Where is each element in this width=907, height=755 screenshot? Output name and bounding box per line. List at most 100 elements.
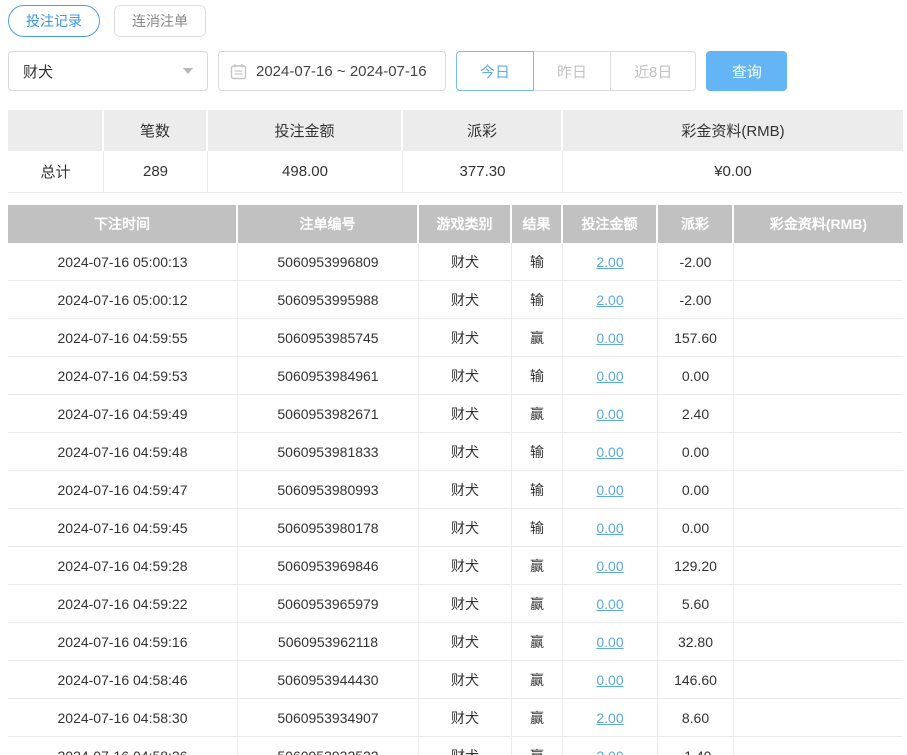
cell-bet-time: 2024-07-16 04:58:30 xyxy=(8,699,238,737)
cell-payout: 129.20 xyxy=(658,547,734,585)
bet-amount-link[interactable]: 2.00 xyxy=(596,292,623,308)
bet-amount-link[interactable]: 2.00 xyxy=(596,254,623,270)
today-button[interactable]: 今日 xyxy=(456,51,535,91)
table-row: 2024-07-16 04:59:53 5060953984961 财犬 输 0… xyxy=(8,357,903,395)
header-bet-amount: 投注金额 xyxy=(563,205,658,243)
cell-game-type: 财犬 xyxy=(419,585,512,623)
table-row: 2024-07-16 04:58:46 5060953944430 财犬 赢 0… xyxy=(8,661,903,699)
cell-order-id: 5060953996809 xyxy=(238,243,419,281)
table-row: 2024-07-16 05:00:13 5060953996809 财犬 输 2… xyxy=(8,243,903,281)
cell-bonus xyxy=(734,243,903,281)
cell-bet-time: 2024-07-16 05:00:12 xyxy=(8,281,238,319)
header-bet-time: 下注时间 xyxy=(8,205,238,243)
cell-result: 赢 xyxy=(512,737,563,755)
cell-result: 赢 xyxy=(512,395,563,433)
bet-amount-link[interactable]: 0.00 xyxy=(596,634,623,650)
summary-total-row: 总计 289 498.00 377.30 ¥0.00 xyxy=(8,151,903,193)
cell-bonus xyxy=(734,395,903,433)
cell-payout: 0.00 xyxy=(658,509,734,547)
table-row: 2024-07-16 04:58:30 5060953934907 财犬 赢 2… xyxy=(8,699,903,737)
header-bonus: 彩金资料(RMB) xyxy=(734,205,903,243)
cell-bonus xyxy=(734,509,903,547)
search-button[interactable]: 查询 xyxy=(706,51,788,91)
bet-amount-link[interactable]: 0.00 xyxy=(596,482,623,498)
cell-order-id: 5060953981833 xyxy=(238,433,419,471)
cell-order-id: 5060953934907 xyxy=(238,699,419,737)
cell-bonus xyxy=(734,433,903,471)
cell-game-type: 财犬 xyxy=(419,509,512,547)
cell-bonus xyxy=(734,699,903,737)
cell-result: 赢 xyxy=(512,699,563,737)
betting-records-page: 投注记录 连消注单 财犬 2024-07-16 ~ 2024-07-16 今日 … xyxy=(0,0,907,755)
cell-result: 输 xyxy=(512,471,563,509)
bet-amount-link[interactable]: 0.00 xyxy=(596,444,623,460)
cell-game-type: 财犬 xyxy=(419,623,512,661)
cell-game-type: 财犬 xyxy=(419,471,512,509)
bet-amount-link[interactable]: 0.00 xyxy=(596,558,623,574)
cell-order-id: 5060953982671 xyxy=(238,395,419,433)
cell-bonus xyxy=(734,585,903,623)
cell-game-type: 财犬 xyxy=(419,243,512,281)
cell-result: 赢 xyxy=(512,623,563,661)
bet-amount-link[interactable]: 0.00 xyxy=(596,520,623,536)
cell-result: 输 xyxy=(512,357,563,395)
last-8-days-button[interactable]: 近8日 xyxy=(610,51,697,91)
caret-down-icon xyxy=(183,68,193,74)
cell-game-type: 财犬 xyxy=(419,357,512,395)
cell-order-id: 5060953965979 xyxy=(238,585,419,623)
summary-total-count: 289 xyxy=(104,151,208,193)
tab-betting-records[interactable]: 投注记录 xyxy=(8,5,100,37)
cell-order-id: 5060953932522 xyxy=(238,737,419,755)
header-result: 结果 xyxy=(512,205,563,243)
cell-order-id: 5060953995988 xyxy=(238,281,419,319)
cell-order-id: 5060953969846 xyxy=(238,547,419,585)
summary-header-bonus: 彩金资料(RMB) xyxy=(563,110,903,151)
bet-amount-link[interactable]: 0.00 xyxy=(596,330,623,346)
cell-bonus xyxy=(734,281,903,319)
cell-bet-time: 2024-07-16 04:59:55 xyxy=(8,319,238,357)
summary-header-bet-amount: 投注金额 xyxy=(208,110,403,151)
bet-amount-link[interactable]: 0.00 xyxy=(596,406,623,422)
summary-table: 笔数 投注金额 派彩 彩金资料(RMB) 总计 289 498.00 377.3… xyxy=(8,110,903,193)
cell-result: 输 xyxy=(512,509,563,547)
yesterday-button[interactable]: 昨日 xyxy=(533,51,612,91)
bet-amount-link[interactable]: 0.00 xyxy=(596,596,623,612)
bet-amount-link[interactable]: 0.00 xyxy=(596,368,623,384)
records-table: 下注时间 注单编号 游戏类别 结果 投注金额 派彩 彩金资料(RMB) 2024… xyxy=(8,205,903,755)
cell-order-id: 5060953985745 xyxy=(238,319,419,357)
cell-payout: 2.40 xyxy=(658,395,734,433)
bet-amount-link[interactable]: 0.00 xyxy=(596,672,623,688)
table-row: 2024-07-16 04:59:48 5060953981833 财犬 输 0… xyxy=(8,433,903,471)
table-body: 2024-07-16 05:00:13 5060953996809 财犬 输 2… xyxy=(8,243,903,755)
cell-game-type: 财犬 xyxy=(419,547,512,585)
summary-header-count: 笔数 xyxy=(104,110,208,151)
summary-total-bonus: ¥0.00 xyxy=(563,151,903,193)
cell-result: 赢 xyxy=(512,661,563,699)
summary-header-row: 笔数 投注金额 派彩 彩金资料(RMB) xyxy=(8,110,903,151)
calendar-icon xyxy=(230,63,247,80)
cell-bonus xyxy=(734,547,903,585)
cell-bonus xyxy=(734,471,903,509)
cell-order-id: 5060953944430 xyxy=(238,661,419,699)
cell-game-type: 财犬 xyxy=(419,281,512,319)
cell-bonus xyxy=(734,737,903,755)
header-payout: 派彩 xyxy=(658,205,734,243)
cell-bet-time: 2024-07-16 04:59:45 xyxy=(8,509,238,547)
tab-cancelled-orders[interactable]: 连消注单 xyxy=(114,5,206,37)
cell-result: 输 xyxy=(512,243,563,281)
game-select[interactable]: 财犬 xyxy=(8,51,208,91)
cell-bet-time: 2024-07-16 04:59:22 xyxy=(8,585,238,623)
cell-result: 赢 xyxy=(512,319,563,357)
table-row: 2024-07-16 04:59:16 5060953962118 财犬 赢 0… xyxy=(8,623,903,661)
summary-header-payout: 派彩 xyxy=(403,110,563,151)
cell-game-type: 财犬 xyxy=(419,661,512,699)
cell-payout: 0.00 xyxy=(658,357,734,395)
top-tabs: 投注记录 连消注单 xyxy=(8,4,903,38)
cell-order-id: 5060953980993 xyxy=(238,471,419,509)
cell-order-id: 5060953984961 xyxy=(238,357,419,395)
cell-bet-time: 2024-07-16 04:59:16 xyxy=(8,623,238,661)
date-range-input[interactable]: 2024-07-16 ~ 2024-07-16 xyxy=(218,51,446,91)
bet-amount-link[interactable]: 2.00 xyxy=(596,710,623,726)
bet-amount-link[interactable]: 2.00 xyxy=(596,748,623,755)
table-row: 2024-07-16 04:59:22 5060953965979 财犬 赢 0… xyxy=(8,585,903,623)
